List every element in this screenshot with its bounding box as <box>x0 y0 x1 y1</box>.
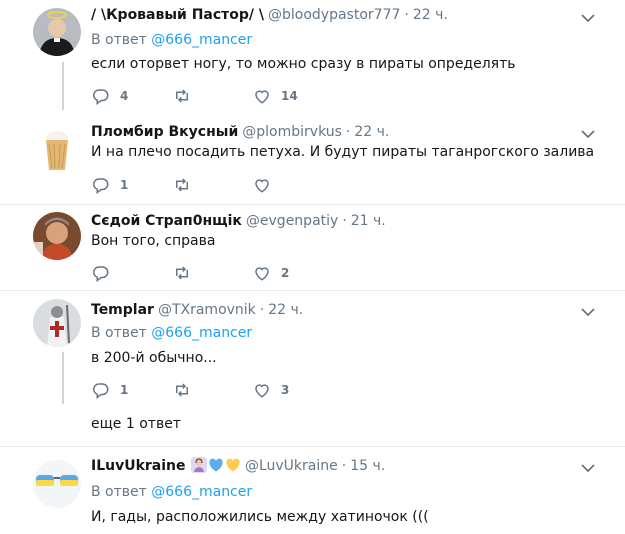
timestamp[interactable]: 22 ч. <box>354 124 389 140</box>
retweet-icon <box>173 87 191 105</box>
tweet-text: в 200-й обычно... <box>91 350 217 366</box>
author-name[interactable]: Templar <box>91 302 154 318</box>
author-name[interactable]: ILuvUkraine <box>91 458 186 474</box>
retweet-button[interactable] <box>173 380 201 400</box>
reply-icon <box>92 264 110 282</box>
separator-dot: · <box>341 458 347 474</box>
timestamp[interactable]: 22 ч. <box>413 7 448 23</box>
retweet-button[interactable] <box>173 86 201 106</box>
tweet-4[interactable]: Templar @TXramovnik · 22 ч. В ответ @666_ma… <box>0 291 625 441</box>
retweet-icon <box>173 176 191 194</box>
author-name[interactable]: Пломбир Вкусный <box>91 124 238 140</box>
like-button[interactable]: 2 <box>253 263 289 283</box>
woman-emoji-icon <box>190 457 207 473</box>
author-handle[interactable]: @TXramovnik <box>158 302 256 318</box>
tweet-text: И, гады, расположились между хатиночок (… <box>91 509 429 525</box>
reply-to: В ответ @666_mancer <box>91 483 252 501</box>
retweet-icon <box>173 264 191 282</box>
avatar[interactable] <box>33 212 81 260</box>
retweet-button[interactable] <box>173 175 201 195</box>
author-handle[interactable]: @bloodypastor777 <box>268 7 400 23</box>
like-count: 2 <box>281 266 290 280</box>
reply-icon <box>92 381 110 399</box>
chevron-down-icon[interactable] <box>581 307 595 317</box>
retweet-button[interactable] <box>173 263 201 283</box>
reply-to-mention[interactable]: @666_mancer <box>151 484 252 500</box>
yellow-heart-icon <box>226 458 240 472</box>
reply-button[interactable]: 1 <box>92 380 128 400</box>
heart-icon <box>253 176 271 194</box>
blue-heart-icon <box>209 458 223 472</box>
author-handle[interactable]: @evgenpatiy <box>246 213 338 229</box>
reply-icon <box>92 87 110 105</box>
tweet-header: Templar @TXramovnik · 22 ч. <box>91 300 303 320</box>
reply-count: 4 <box>120 89 129 103</box>
retweet-icon <box>173 381 191 399</box>
tweet-5[interactable]: ILuvUkraine @LuvUkraine · 15 ч. В ответ @6… <box>0 447 625 534</box>
chevron-down-icon[interactable] <box>581 463 595 473</box>
author-name[interactable]: Сєдой Страп0нщік <box>91 213 242 229</box>
author-handle[interactable]: @plombirvkus <box>242 124 342 140</box>
chevron-down-icon[interactable] <box>581 13 595 23</box>
heart-icon <box>253 264 271 282</box>
timestamp[interactable]: 15 ч. <box>350 458 385 474</box>
tweet-header: ILuvUkraine @LuvUkraine · 15 ч. <box>91 456 385 476</box>
reply-count: 1 <box>120 383 129 397</box>
show-more-replies-link[interactable]: еще 1 ответ <box>91 415 181 433</box>
reply-to-mention[interactable]: @666_mancer <box>151 325 252 341</box>
avatar[interactable] <box>33 299 81 347</box>
tweet-3[interactable]: Сєдой Страп0нщік @evgenpatiy · 21 ч. Вон то… <box>0 205 625 289</box>
reply-to: В ответ @666_mancer <box>91 31 252 49</box>
timestamp[interactable]: 21 ч. <box>351 213 386 229</box>
like-button[interactable] <box>253 175 281 195</box>
avatar[interactable] <box>33 460 81 508</box>
reply-to-prefix: В ответ <box>91 32 147 48</box>
reply-count: 1 <box>120 178 129 192</box>
like-button[interactable]: 3 <box>253 380 289 400</box>
tweet-header: Сєдой Страп0нщік @evgenpatiy · 21 ч. <box>91 211 386 231</box>
reply-to-prefix: В ответ <box>91 484 147 500</box>
reply-to: В ответ @666_mancer <box>91 324 252 342</box>
tweet-header: Пломбир Вкусный @plombirvkus · 22 ч. <box>91 122 389 142</box>
reply-to-mention[interactable]: @666_mancer <box>151 32 252 48</box>
reply-to-prefix: В ответ <box>91 325 147 341</box>
avatar[interactable] <box>33 124 81 172</box>
tweet-text: Вон того, справа <box>91 233 216 249</box>
like-button[interactable]: 14 <box>253 86 298 106</box>
separator-dot: · <box>342 213 347 229</box>
heart-icon <box>253 381 271 399</box>
separator-dot: · <box>259 302 265 318</box>
tweet-text: если оторвет ногу, то можно сразу в пира… <box>91 56 516 72</box>
separator-dot: · <box>345 124 351 140</box>
chevron-down-icon[interactable] <box>581 129 595 139</box>
reply-button[interactable] <box>92 263 120 283</box>
tweet-2[interactable]: Пломбир Вкусный @plombirvkus · 22 ч. И на п… <box>0 116 625 206</box>
tweet-1[interactable]: / \Кровавый Пастор/ \ @bloodypastor777 · 22… <box>0 0 625 115</box>
like-count: 3 <box>281 383 290 397</box>
avatar[interactable] <box>33 8 81 56</box>
author-handle[interactable]: @LuvUkraine <box>245 458 338 474</box>
separator-dot: · <box>404 7 409 23</box>
reply-icon <box>92 176 110 194</box>
tweet-text: И на плечо посадить петуха. И будут пира… <box>91 144 595 160</box>
timestamp[interactable]: 22 ч. <box>268 302 303 318</box>
reply-button[interactable]: 4 <box>92 86 128 106</box>
tweet-header: / \Кровавый Пастор/ \ @bloodypastor777 · 22… <box>91 5 448 25</box>
author-name[interactable]: / \Кровавый Пастор/ \ <box>91 7 264 23</box>
reply-button[interactable]: 1 <box>92 175 128 195</box>
heart-icon <box>253 87 271 105</box>
like-count: 14 <box>281 89 298 103</box>
